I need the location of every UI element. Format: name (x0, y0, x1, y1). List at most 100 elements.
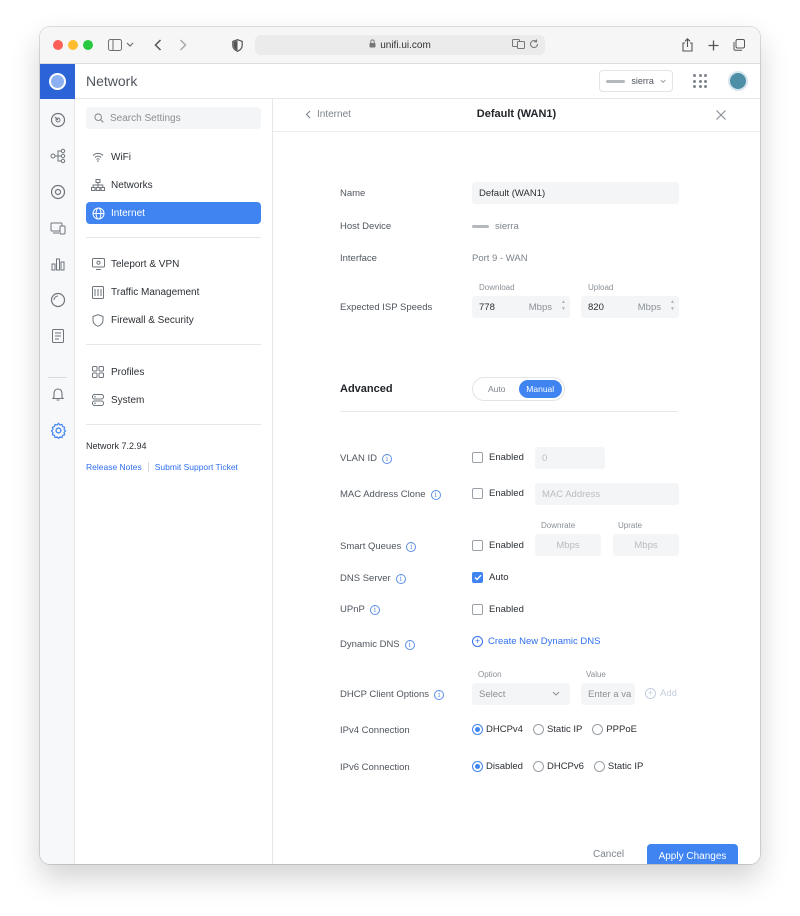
address-bar[interactable]: unifi.ui.com (255, 35, 545, 55)
topology-icon[interactable] (49, 147, 67, 165)
settings-gear-icon[interactable] (49, 421, 67, 439)
upnp-checkbox[interactable]: Enabled (472, 604, 524, 615)
release-notes-link[interactable]: Release Notes (86, 462, 142, 472)
create-dynamic-dns-link[interactable]: + Create New Dynamic DNS (472, 636, 600, 647)
bell-icon[interactable] (49, 385, 67, 403)
forward-icon[interactable] (176, 36, 190, 54)
statistics-icon[interactable] (49, 255, 67, 273)
cancel-button[interactable]: Cancel (593, 849, 624, 860)
sidebar-toggle-icon[interactable] (108, 36, 134, 54)
add-label: Add (660, 688, 677, 699)
panel-header: Default (WAN1) Internet (273, 99, 760, 132)
ipv4-static-ip-radio[interactable]: Static IP (532, 724, 582, 735)
vlan-id-input[interactable]: 0 (535, 447, 605, 469)
ipv6-disabled-radio[interactable]: Disabled (472, 761, 523, 772)
sidebar-item-wifi[interactable]: WiFi (86, 146, 261, 168)
device-selector[interactable]: sierra (599, 70, 673, 92)
advanced-mode-toggle[interactable]: Auto Manual (472, 377, 565, 401)
sidebar-item-internet[interactable]: Internet (86, 202, 261, 224)
checkbox-label: Auto (489, 572, 509, 583)
checkbox[interactable] (472, 604, 483, 615)
name-input[interactable]: Default (WAN1) (472, 182, 679, 204)
ipv4-dhcpv4-radio[interactable]: DHCPv4 (472, 724, 523, 735)
apply-changes-button[interactable]: Apply Changes (647, 844, 738, 864)
device-name: sierra (631, 76, 654, 86)
vlan-enabled-checkbox[interactable]: Enabled (472, 452, 524, 463)
search-placeholder: Search Settings (110, 112, 181, 124)
insights-icon[interactable] (49, 291, 67, 309)
sidebar-divider (86, 344, 261, 345)
minimize-window-button[interactable] (68, 40, 78, 50)
info-icon[interactable]: i (369, 604, 380, 615)
uprate-input[interactable]: Mbps (613, 534, 679, 556)
apps-grid-icon[interactable] (693, 74, 707, 88)
sidebar-item-label: Traffic Management (111, 286, 200, 298)
wifi-icon (91, 150, 105, 164)
checkbox-checked[interactable] (472, 572, 483, 583)
device-icon (606, 79, 626, 83)
info-icon[interactable]: i (406, 541, 417, 552)
ipv4-radio-group: DHCPv4 Static IP PPPoE (472, 724, 643, 735)
reload-icon[interactable] (529, 39, 539, 52)
dhcp-option-select[interactable]: Select (472, 683, 570, 705)
auto-option[interactable]: Auto (475, 380, 519, 398)
sidebar-item-firewall-security[interactable]: Firewall & Security (86, 309, 261, 331)
search-settings-input[interactable]: Search Settings (86, 107, 261, 129)
host-device-name: sierra (495, 221, 519, 232)
privacy-shield-icon[interactable] (230, 36, 244, 54)
manual-option[interactable]: Manual (518, 380, 562, 398)
support-ticket-link[interactable]: Submit Support Ticket (155, 462, 238, 472)
dns-server-label: DNS Server i (340, 573, 406, 584)
sidebar-item-system[interactable]: System (86, 389, 261, 411)
ipv6-connection-label: IPv6 Connection (340, 762, 410, 773)
clients-icon[interactable] (49, 219, 67, 237)
back-to-internet-link[interactable]: Internet (305, 109, 351, 120)
app-nav-rail (40, 99, 75, 864)
logs-icon[interactable] (49, 327, 67, 345)
ipv6-dhcpv6-radio[interactable]: DHCPv6 (532, 761, 584, 772)
checkbox[interactable] (472, 488, 483, 499)
ipv4-pppoe-radio[interactable]: PPPoE (592, 724, 637, 735)
sidebar-item-profiles[interactable]: Profiles (86, 361, 261, 383)
user-avatar[interactable] (728, 71, 748, 91)
dhcp-client-options-label: DHCP Client Options i (340, 689, 445, 700)
checkbox[interactable] (472, 452, 483, 463)
share-icon[interactable] (680, 36, 694, 54)
ipv6-static-ip-radio[interactable]: Static IP (593, 761, 643, 772)
upload-speed-input[interactable]: 820 Mbps ▲ ▼ (581, 296, 679, 318)
dashboard-icon[interactable] (49, 111, 67, 129)
new-tab-icon[interactable] (706, 36, 720, 54)
downrate-input[interactable]: Mbps (535, 534, 601, 556)
zoom-window-button[interactable] (83, 40, 93, 50)
app-header: Network sierra (40, 64, 760, 99)
wan-settings-panel: Default (WAN1) Internet Name Default (WA… (273, 99, 760, 864)
tab-overview-icon[interactable] (732, 36, 746, 54)
download-speed-input[interactable]: 778 Mbps ▲ ▼ (472, 296, 570, 318)
info-icon[interactable]: i (404, 639, 415, 650)
info-icon[interactable]: i (381, 453, 392, 464)
mac-clone-checkbox[interactable]: Enabled (472, 488, 524, 499)
link-label: Create New Dynamic DNS (488, 636, 601, 647)
sidebar-item-traffic-management[interactable]: Traffic Management (86, 281, 261, 303)
unifi-logo[interactable] (40, 64, 75, 99)
dhcp-value-input[interactable]: Enter a va (581, 683, 635, 705)
dns-auto-checkbox[interactable]: Auto (472, 572, 509, 583)
info-icon[interactable]: i (430, 489, 441, 500)
download-stepper[interactable]: ▲ ▼ (561, 300, 566, 312)
devices-icon[interactable] (49, 183, 67, 201)
settings-sidebar: Search Settings WiFi Networks Internet T… (75, 99, 273, 864)
smart-queues-checkbox[interactable]: Enabled (472, 540, 524, 551)
sidebar-item-networks[interactable]: Networks (86, 174, 261, 196)
close-window-button[interactable] (53, 40, 63, 50)
upload-stepper[interactable]: ▲ ▼ (670, 300, 675, 312)
download-unit: Mbps (528, 301, 552, 313)
translate-icon[interactable] (512, 39, 525, 52)
sidebar-item-teleport-vpn[interactable]: Teleport & VPN (86, 253, 261, 275)
info-icon[interactable]: i (434, 689, 445, 700)
checkbox[interactable] (472, 540, 483, 551)
mac-address-input[interactable]: MAC Address (535, 483, 679, 505)
back-icon[interactable] (151, 36, 165, 54)
close-icon[interactable] (715, 109, 727, 121)
add-dhcp-option-button[interactable]: + Add (645, 688, 677, 699)
info-icon[interactable]: i (395, 573, 406, 584)
